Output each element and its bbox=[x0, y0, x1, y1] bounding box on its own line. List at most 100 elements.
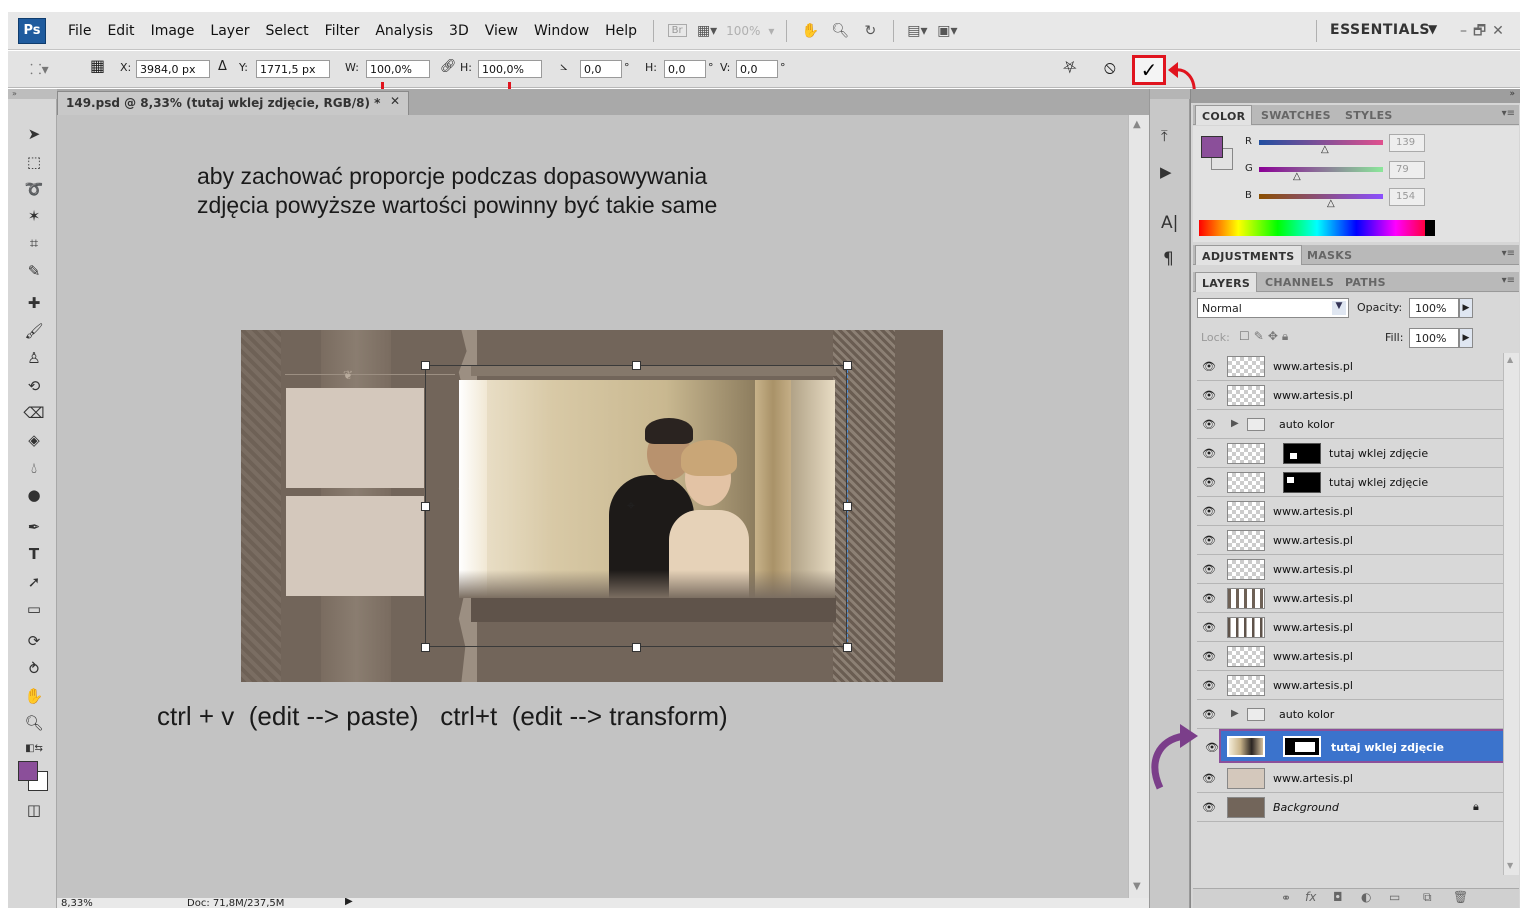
screen-mode-full-icon[interactable]: ▣▾ bbox=[936, 21, 958, 41]
eraser-tool-icon[interactable]: ⌫ bbox=[22, 402, 46, 424]
cancel-transform-icon[interactable]: ⦸ bbox=[1104, 57, 1116, 78]
layer-row[interactable]: 👁︎ www.artesis.pl bbox=[1197, 672, 1503, 700]
paragraph-panel-icon[interactable]: ¶ bbox=[1163, 249, 1174, 269]
slider-thumb-icon[interactable]: △ bbox=[1327, 198, 1335, 209]
link-proportions-icon[interactable]: 🔗︎ bbox=[440, 59, 457, 74]
artwork-canvas[interactable]: ❦ ⌖ bbox=[241, 330, 943, 682]
transform-handle-middle-right[interactable] bbox=[843, 502, 852, 511]
zoom-dropdown-icon[interactable]: ▾ bbox=[764, 24, 778, 38]
fx-icon[interactable]: fx bbox=[1305, 890, 1316, 904]
transform-handle-bottom-right[interactable] bbox=[843, 643, 852, 652]
3d-rotate-tool-icon[interactable]: ⟳ bbox=[22, 630, 46, 652]
menu-edit[interactable]: Edit bbox=[99, 23, 142, 39]
b-value-field[interactable]: 154 bbox=[1389, 188, 1425, 206]
clone-stamp-tool-icon[interactable]: ♙ bbox=[22, 347, 46, 369]
tab-color[interactable]: COLOR bbox=[1195, 105, 1253, 125]
close-icon[interactable]: ✕ bbox=[390, 94, 400, 108]
tab-swatches[interactable]: SWATCHES bbox=[1255, 105, 1337, 125]
zoom-tool-icon[interactable]: 🔍︎ bbox=[22, 712, 46, 734]
tab-adjustments[interactable]: ADJUSTMENTS bbox=[1195, 245, 1302, 265]
scroll-down-icon[interactable]: ▼ bbox=[1507, 861, 1513, 870]
adjustment-layer-icon[interactable]: ◐ bbox=[1361, 890, 1371, 904]
layer-row[interactable]: 👁︎ www.artesis.pl bbox=[1197, 382, 1503, 410]
layer-mask-thumbnail[interactable] bbox=[1283, 736, 1321, 757]
visibility-eye-icon[interactable]: 👁︎ bbox=[1202, 772, 1218, 785]
menu-filter[interactable]: Filter bbox=[317, 23, 368, 39]
width-field[interactable]: 100,0% bbox=[366, 60, 430, 78]
height-field[interactable]: 100,0% bbox=[478, 60, 542, 78]
add-mask-icon[interactable]: ◘ bbox=[1333, 890, 1343, 904]
menu-window[interactable]: Window bbox=[526, 23, 597, 39]
layer-row[interactable]: 👁︎ www.artesis.pl bbox=[1197, 353, 1503, 381]
slider-thumb-icon[interactable]: △ bbox=[1321, 144, 1329, 155]
rotation-field[interactable]: 0,0 bbox=[580, 60, 622, 78]
zoom-level[interactable]: 100% bbox=[722, 24, 764, 38]
menu-analysis[interactable]: Analysis bbox=[367, 23, 441, 39]
transform-handle-top-right[interactable] bbox=[843, 361, 852, 370]
layer-row[interactable]: 👁︎ www.artesis.pl bbox=[1197, 556, 1503, 584]
transform-handle-top-center[interactable] bbox=[632, 361, 641, 370]
status-zoom[interactable]: 8,33% bbox=[61, 898, 93, 908]
move-tool-icon[interactable]: ➤ bbox=[22, 123, 46, 145]
new-layer-icon[interactable]: ⧉ bbox=[1423, 890, 1432, 905]
layer-row-selected[interactable]: 👁︎ tutaj wklej zdjęcie bbox=[1205, 729, 1509, 763]
layer-row[interactable]: 👁︎ tutaj wklej zdjęcie bbox=[1197, 469, 1503, 497]
layers-scrollbar[interactable]: ▲ ▼ bbox=[1503, 353, 1519, 875]
character-panel-icon[interactable]: A| bbox=[1161, 213, 1178, 233]
menu-help[interactable]: Help bbox=[597, 23, 645, 39]
menu-3d[interactable]: 3D bbox=[441, 23, 477, 39]
visibility-eye-icon[interactable]: 👁︎ bbox=[1202, 389, 1218, 402]
visibility-eye-icon[interactable]: 👁︎ bbox=[1202, 563, 1218, 576]
layer-group-row[interactable]: 👁︎ ▶ auto kolor bbox=[1197, 411, 1503, 439]
layer-row[interactable]: 👁︎ tutaj wklej zdjęcie bbox=[1197, 440, 1503, 468]
type-tool-icon[interactable]: T bbox=[22, 543, 46, 565]
hand-tool-icon[interactable]: ✋ bbox=[799, 21, 821, 41]
warp-mode-icon[interactable]: ⛧ bbox=[1063, 58, 1077, 78]
quick-mask-icon[interactable]: ◫ bbox=[22, 799, 46, 821]
panel-menu-icon[interactable]: ▾≡ bbox=[1502, 248, 1515, 259]
visibility-eye-icon[interactable]: 👁︎ bbox=[1202, 447, 1218, 460]
swap-colors-icon[interactable]: ◧⇆ bbox=[22, 737, 46, 759]
panel-menu-icon[interactable]: ▾≡ bbox=[1502, 108, 1515, 119]
transform-handle-middle-left[interactable] bbox=[421, 502, 430, 511]
paint-bucket-tool-icon[interactable]: ◈ bbox=[22, 429, 46, 451]
layer-row[interactable]: 👁︎ www.artesis.pl bbox=[1197, 498, 1503, 526]
relative-position-icon[interactable]: Δ bbox=[218, 59, 227, 74]
healing-brush-tool-icon[interactable]: ✚ bbox=[22, 292, 46, 314]
layer-group-row[interactable]: 👁︎ ▶ auto kolor bbox=[1197, 701, 1503, 729]
status-menu-icon[interactable]: ▶ bbox=[345, 898, 353, 907]
scroll-down-icon[interactable]: ▼ bbox=[1133, 881, 1141, 892]
b-slider[interactable] bbox=[1259, 194, 1383, 199]
g-value-field[interactable]: 79 bbox=[1389, 161, 1425, 179]
menu-file[interactable]: File bbox=[60, 23, 99, 39]
layer-row-background[interactable]: 👁︎ Background 🔒︎ bbox=[1197, 794, 1503, 822]
tab-layers[interactable]: LAYERS bbox=[1195, 272, 1258, 292]
layer-row[interactable]: 👁︎ www.artesis.pl bbox=[1197, 527, 1503, 555]
visibility-eye-icon[interactable]: 👁︎ bbox=[1202, 505, 1218, 518]
visibility-eye-icon[interactable]: 👁︎ bbox=[1202, 679, 1218, 692]
dodge-tool-icon[interactable]: ● bbox=[22, 484, 46, 506]
tab-styles[interactable]: STYLES bbox=[1339, 105, 1399, 125]
layer-mask-thumbnail[interactable] bbox=[1283, 443, 1321, 464]
x-position-field[interactable]: 3984,0 px bbox=[136, 60, 210, 78]
visibility-eye-icon[interactable]: 👁︎ bbox=[1202, 592, 1218, 605]
blend-mode-select[interactable]: Normal ▼ bbox=[1197, 298, 1349, 318]
toolbox-collapse-icon[interactable]: » bbox=[8, 89, 57, 99]
workspace-switcher[interactable]: ESSENTIALS bbox=[1330, 22, 1430, 38]
transform-handle-top-left[interactable] bbox=[421, 361, 430, 370]
slider-thumb-icon[interactable]: △ bbox=[1293, 171, 1301, 182]
shape-tool-icon[interactable]: ▭ bbox=[22, 598, 46, 620]
layer-row[interactable]: 👁︎ www.artesis.pl bbox=[1197, 765, 1503, 793]
hand-tool-icon[interactable]: ✋ bbox=[22, 685, 46, 707]
actions-panel-icon[interactable]: ▶ bbox=[1160, 163, 1172, 181]
menu-view[interactable]: View bbox=[477, 23, 526, 39]
opacity-slider-arrow-icon[interactable]: ▶ bbox=[1459, 298, 1473, 318]
link-layers-icon[interactable]: ⚭ bbox=[1281, 891, 1291, 905]
blur-tool-icon[interactable]: 💧︎ bbox=[22, 457, 46, 479]
visibility-eye-icon[interactable]: 👁︎ bbox=[1202, 360, 1218, 373]
y-position-field[interactable]: 1771,5 px bbox=[256, 60, 330, 78]
magic-wand-tool-icon[interactable]: ✶ bbox=[22, 205, 46, 227]
bridge-button[interactable]: Br bbox=[666, 21, 688, 41]
rotate-view-icon[interactable]: ↻ bbox=[859, 21, 881, 41]
history-brush-tool-icon[interactable]: ⟲ bbox=[22, 375, 46, 397]
